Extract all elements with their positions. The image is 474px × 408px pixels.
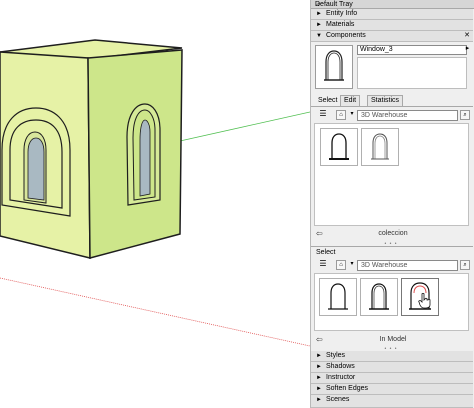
green-axis [179,111,310,142]
home-icon[interactable]: ⌂ [336,260,346,270]
component-thumbnail[interactable] [361,128,399,166]
dark-window-icon [329,133,349,160]
side-window [126,103,161,206]
default-tray: Default Tray ⊿ ► Entity Info ► Materials… [310,0,474,408]
section-label: Instructor [326,374,356,381]
in-model-nav-row: In Model ⇦ [314,335,472,346]
in-model-component-grid [314,273,469,331]
expand-arrow-icon: ► [316,22,322,28]
window-icon [369,283,389,310]
search-icon[interactable]: ⌕ [460,260,470,270]
view-options-icon[interactable]: ☰ [318,260,328,270]
collection-nav-row: coleccion ⇦ [314,229,472,240]
expand-arrow-icon: ► [316,397,322,403]
section-label: Styles [326,352,346,359]
hand-cursor-icon [418,293,431,309]
upper-browser-toolbar: ☰ ⌂ ▾ 3D Warehouse ⌕ [314,110,472,121]
section-shadows[interactable]: ► Shadows [311,362,473,373]
section-label: Entity Info [326,10,358,17]
secondary-browser-toolbar: ☰ ⌂ ▾ 3D Warehouse ⌕ [314,260,472,271]
component-description-field[interactable] [357,57,467,89]
navigation-dropdown-icon[interactable]: ▾ [347,110,357,120]
upper-component-grid [314,123,469,226]
collection-label: In Model [379,336,407,343]
section-styles[interactable]: ► Styles [311,351,473,362]
tab-statistics[interactable]: Statistics [367,95,404,106]
expand-arrow-icon: ► [316,375,322,381]
window-icon [328,283,348,310]
front-window [1,107,71,217]
secondary-search-input[interactable]: 3D Warehouse [357,260,458,271]
expand-arrow-icon: ► [316,364,322,370]
tray-titlebar[interactable]: Default Tray ⊿ [311,0,474,9]
component-thumbnail[interactable] [319,278,357,316]
component-preview [315,45,353,89]
search-icon[interactable]: ⌕ [460,110,470,120]
section-materials[interactable]: ► Materials [311,20,473,31]
red-axis [0,277,310,347]
expand-arrow-icon: ► [316,386,322,392]
section-label: Scenes [326,396,350,403]
component-thumbnail[interactable] [320,128,358,166]
collection-label: coleccion [378,230,408,237]
home-icon[interactable]: ⌂ [336,110,346,120]
window-thumbnail [324,50,344,81]
section-instructor[interactable]: ► Instructor [311,373,473,384]
collapse-arrow-icon: ▼ [316,33,322,39]
section-entity-info[interactable]: ► Entity Info [311,9,473,20]
navigation-dropdown-icon[interactable]: ▾ [347,260,357,270]
component-thumbnail-selected[interactable] [401,278,439,316]
section-label: Shadows [326,363,355,370]
component-thumbnail[interactable] [360,278,398,316]
section-soften-edges[interactable]: ► Soften Edges [311,384,473,395]
details-arrow-icon[interactable]: ▸ [463,45,472,55]
component-name-field[interactable]: Window_3 [357,45,467,55]
expand-arrow-icon: ► [316,11,322,17]
expand-arrow-icon: ► [316,353,322,359]
section-components[interactable]: ▼ Components ✕ [311,31,473,42]
close-icon[interactable]: ✕ [464,31,470,41]
section-label: Materials [326,21,355,28]
section-label: Components [326,32,366,39]
back-arrow-icon[interactable]: ⇦ [316,335,323,345]
tab-select[interactable]: Select [314,95,342,106]
panel-divider [311,246,473,247]
view-options-icon[interactable]: ☰ [318,110,328,120]
section-scenes[interactable]: ► Scenes [311,395,473,408]
section-label: Soften Edges [326,385,369,392]
model-scene [0,39,310,347]
warehouse-search-input[interactable]: 3D Warehouse [357,110,458,121]
light-window-icon [371,133,389,160]
back-arrow-icon[interactable]: ⇦ [316,229,323,239]
secondary-select-label: Select [316,249,336,256]
tab-divider [311,106,473,107]
tab-edit[interactable]: Edit [340,95,361,106]
modeling-viewport[interactable] [0,0,310,408]
